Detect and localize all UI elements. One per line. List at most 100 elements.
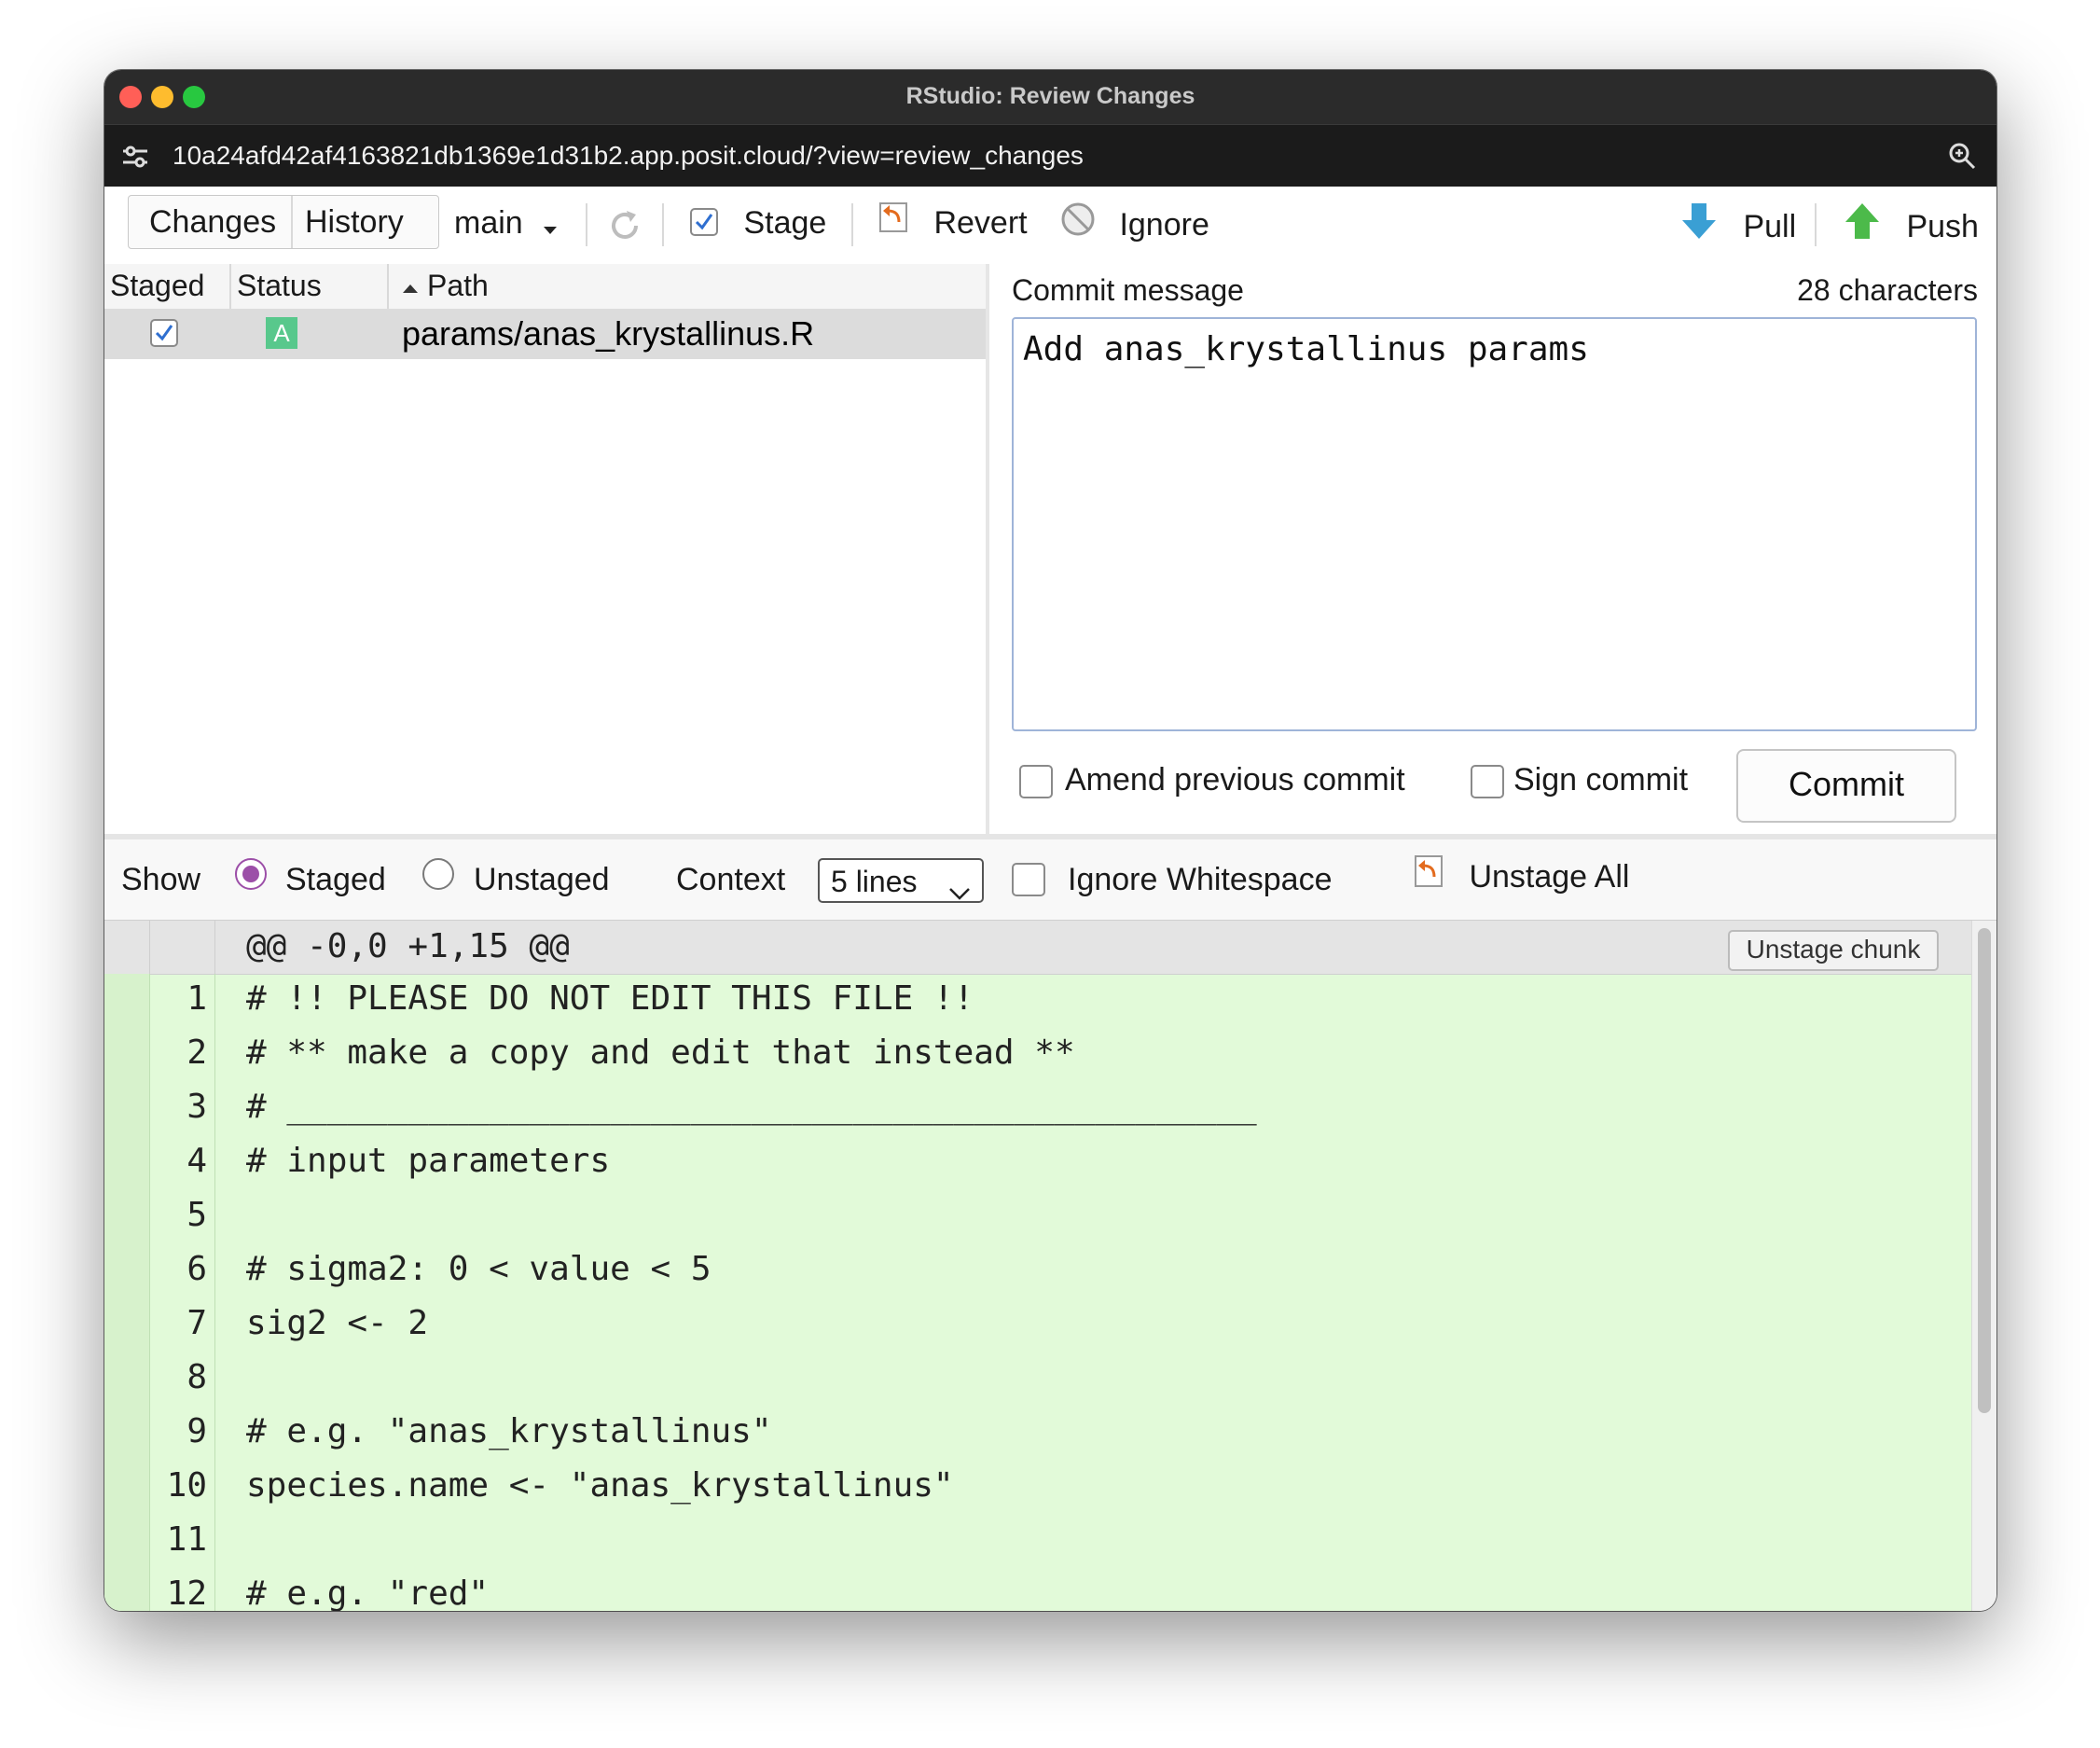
staged-radio-label[interactable]: Staged [285,862,386,898]
line-number: 6 [187,1250,207,1288]
ignore-icon [1060,201,1096,245]
amend-checkbox[interactable] [1019,765,1053,798]
line-number: 5 [187,1196,207,1234]
sort-ascending-icon [401,267,420,301]
line-number: 12 [166,1575,207,1611]
hunk-gutter [104,921,150,974]
commit-button[interactable]: Commit [1736,749,1956,823]
site-settings-icon[interactable] [121,144,149,170]
table-row[interactable]: A params/anas_krystallinus.R [104,309,986,359]
staged-radio[interactable] [235,858,267,890]
diff-line: 7 sig2 <- 2 [104,1298,1972,1353]
revert-icon [1414,854,1445,896]
review-toolbar: Changes History main Stage Revert Ignore… [104,187,1996,265]
code-text: species.name <- "anas_krystallinus" [246,1466,954,1505]
show-label: Show [121,862,201,897]
branch-selector[interactable]: main [454,205,558,243]
arrow-down-icon [1680,201,1718,249]
title-bar: RStudio: Review Changes [104,70,1996,124]
revert-button[interactable]: Revert [878,202,1028,245]
code-text: # ______________________________________… [246,1088,1257,1126]
toolbar-divider [851,203,853,246]
column-path[interactable]: Path [401,269,489,305]
unstage-chunk-button[interactable]: Unstage chunk [1728,930,1939,971]
ignore-button[interactable]: Ignore [1060,202,1209,249]
line-number: 2 [187,1034,207,1072]
hunk-gutter [149,921,215,974]
chevron-down-icon [543,207,558,243]
rstudio-window: RStudio: Review Changes 10a24afd42af4163… [104,70,1996,1611]
toolbar-divider [1815,203,1817,246]
files-table-header: Staged Status Path [104,264,986,310]
diff-line: 1 # !! PLEASE DO NOT EDIT THIS FILE !! [104,974,1972,1028]
staged-checkbox[interactable] [150,319,178,347]
context-select[interactable]: 5 lines [818,858,984,903]
line-number: 11 [166,1520,207,1559]
code-text: sig2 <- 2 [246,1304,429,1342]
url-text[interactable]: 10a24afd42af4163821db1369e1d31b2.app.pos… [173,141,1084,171]
code-text: # e.g. "anas_krystallinus" [246,1412,772,1450]
column-path-label: Path [427,269,489,302]
character-count: 28 characters [1797,273,1978,307]
column-divider [229,264,231,309]
ignore-whitespace-label[interactable]: Ignore Whitespace [1068,862,1333,898]
refresh-icon[interactable] [604,205,645,246]
radio-selected-dot [242,866,259,882]
column-status[interactable]: Status [237,269,322,303]
diff-options-bar: Show Staged Unstaged Context 5 lines Ign… [104,839,1996,921]
unstage-all-button[interactable]: Unstage All [1414,855,1630,900]
column-staged[interactable]: Staged [110,269,204,303]
amend-label[interactable]: Amend previous commit [1065,762,1405,798]
line-number: 9 [187,1412,207,1450]
tab-changes[interactable]: Changes [149,204,276,241]
ignore-label: Ignore [1119,207,1209,243]
commit-message-input[interactable]: Add anas_krystallinus params [1012,317,1977,731]
file-path: params/anas_krystallinus.R [402,314,815,353]
pull-button[interactable]: Pull [1680,203,1797,253]
chevron-down-icon [948,873,971,909]
context-select-value: 5 lines [831,865,918,898]
stage-checkbox-icon [690,208,718,237]
diff-line: 11 [104,1515,1972,1569]
unstage-all-label: Unstage All [1469,859,1630,895]
code-text: # !! PLEASE DO NOT EDIT THIS FILE !! [246,979,974,1018]
push-button[interactable]: Push [1844,203,1979,253]
branch-label: main [454,205,523,241]
pull-label: Pull [1743,209,1797,245]
unstaged-radio-label[interactable]: Unstaged [474,862,610,898]
diff-line: 12 # e.g. "red" [104,1569,1972,1611]
tab-divider [291,196,293,248]
context-label: Context [676,862,786,897]
window-title: RStudio: Review Changes [905,83,1195,109]
toolbar-divider [586,203,587,246]
tab-history[interactable]: History [305,204,404,241]
diff-view: @@ -0,0 +1,15 @@ Unstage chunk 1 # !! PLE… [104,921,1972,1611]
stage-button[interactable]: Stage [690,205,826,242]
toolbar-divider [662,203,664,246]
column-divider [387,264,389,309]
diff-line: 2 # ** make a copy and edit that instead … [104,1028,1972,1082]
diff-line: 4 # input parameters [104,1136,1972,1190]
arrow-up-icon [1844,201,1881,249]
diff-scrollbar[interactable] [1971,921,1996,1611]
changed-files-pane: Staged Status Path A params/anas_krystal… [104,264,989,834]
scrollbar-thumb[interactable] [1978,928,1991,1413]
push-label: Push [1906,209,1979,245]
unstaged-radio[interactable] [422,858,454,890]
added-status-badge: A [266,317,297,349]
view-tabs: Changes History [128,195,439,249]
hunk-range: @@ -0,0 +1,15 @@ [246,927,570,965]
diff-line: 9 # e.g. "anas_krystallinus" [104,1407,1972,1461]
ignore-whitespace-checkbox[interactable] [1012,863,1045,896]
diff-line: 10 species.name <- "anas_krystallinus" [104,1461,1972,1515]
zoom-icon[interactable] [1948,142,1976,170]
code-text: # e.g. "red" [246,1575,490,1611]
hunk-header: @@ -0,0 +1,15 @@ Unstage chunk [104,921,1972,975]
diff-line: 8 [104,1353,1972,1407]
sign-commit-checkbox[interactable] [1471,765,1504,798]
line-number: 1 [187,979,207,1018]
diff-line: 3 # _____________________________________… [104,1082,1972,1136]
line-number: 4 [187,1142,207,1180]
diff-line: 5 [104,1190,1972,1244]
sign-commit-label[interactable]: Sign commit [1513,762,1688,798]
